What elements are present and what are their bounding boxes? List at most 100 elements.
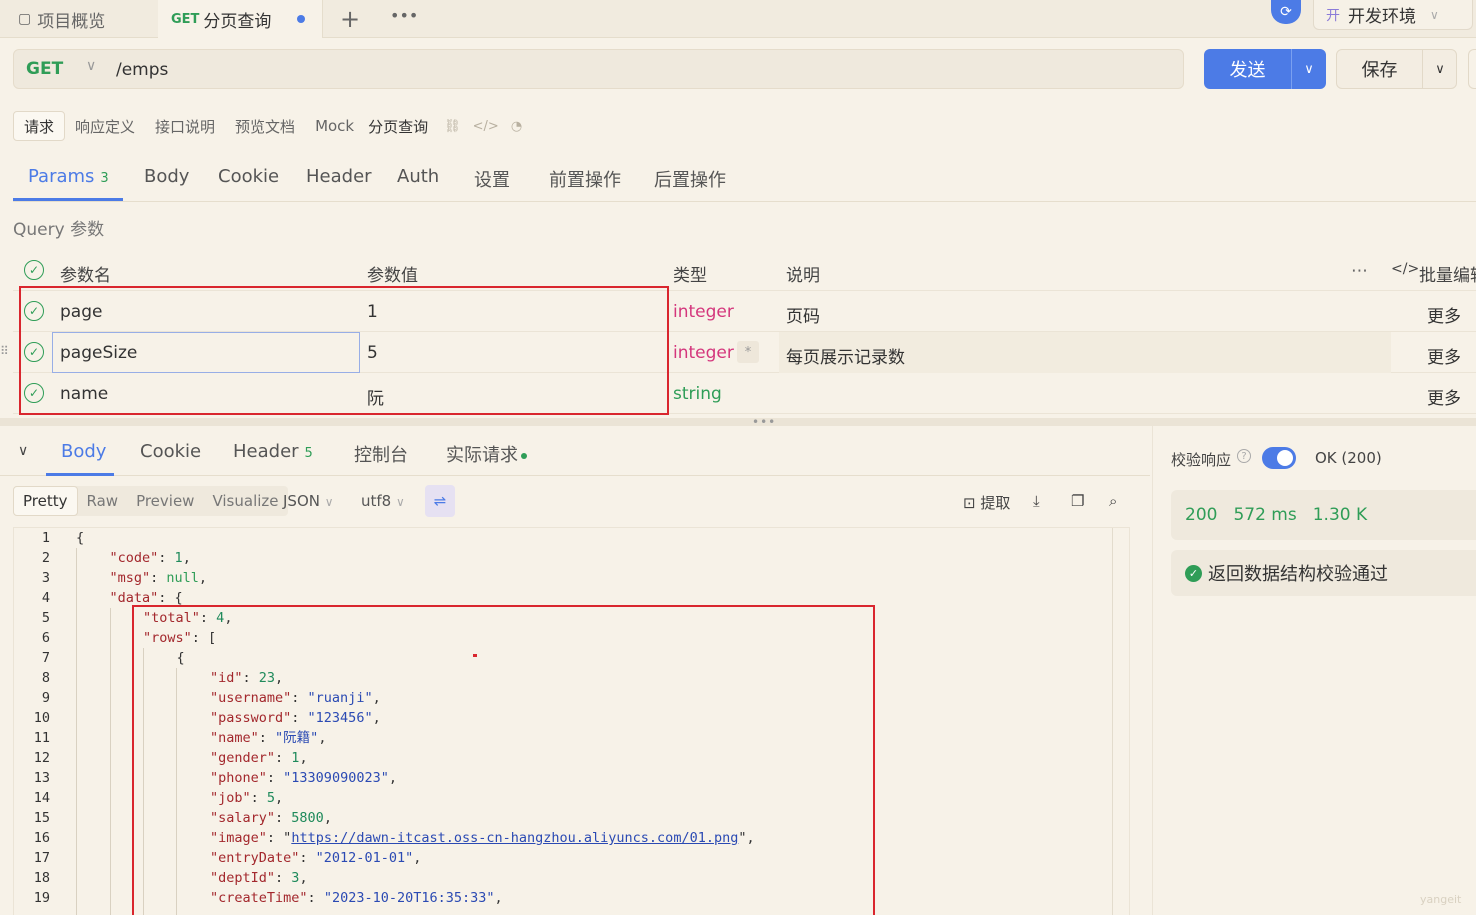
wrap-lines-icon[interactable]: ⇌ [425,485,455,517]
tab-auth[interactable]: Auth [397,166,439,187]
subtab-api-description[interactable]: 接口说明 [145,111,225,141]
tab-settings[interactable]: 设置 [474,166,510,192]
api-name[interactable]: 分页查询 [364,111,438,141]
resp-tab-cookie[interactable]: Cookie [140,441,201,462]
param-type-select[interactable]: integer [673,343,734,363]
chevron-down-icon[interactable]: ∨ [1423,50,1457,88]
download-icon[interactable]: ⤓ [1033,492,1040,510]
chevron-down-icon: ∨ [86,58,97,74]
drag-handle-icon[interactable]: ⠿ [0,344,9,358]
line-number: 19 [33,890,50,906]
row-more-button[interactable]: 更多 [1427,343,1461,368]
panel-splitter[interactable] [0,418,1476,426]
watermark: yangeit [1420,893,1462,906]
tab-project-overview[interactable]: ▢ 项目概览 [18,0,105,38]
params-count-badge: 3 [100,171,109,186]
chevron-down-icon[interactable]: ∨ [1292,49,1326,89]
tab-cookie[interactable]: Cookie [218,166,279,187]
mode-raw[interactable]: Raw [78,486,128,516]
line-number: 17 [33,850,50,866]
send-label: 发送 [1204,49,1292,89]
chevron-down-icon: ∨ [396,495,405,509]
line-number: 4 [41,590,50,606]
select-all-checkbox[interactable]: ✓ [24,260,44,280]
share-icon[interactable]: ◔ [511,119,522,134]
language-select[interactable]: JSON ∨ [283,492,334,510]
language-label: JSON [283,492,320,510]
env-badge: 开 [1326,7,1340,24]
line-number: 9 [41,690,50,706]
mode-visualize[interactable]: Visualize [203,486,287,516]
resp-tab-header[interactable]: Header 5 [233,441,313,462]
col-header-description: 说明 [786,266,820,286]
url-input[interactable]: /emps [116,60,168,80]
help-icon[interactable]: ? [1237,449,1251,463]
validate-toggle[interactable] [1262,447,1296,469]
code-icon[interactable]: </> [1391,261,1419,277]
tab-active-request[interactable]: GET 分页查询 [158,0,323,38]
col-header-type: 类型 [673,266,707,286]
subtab-preview-docs[interactable]: 预览文档 [225,111,305,141]
tab-params[interactable]: Params 3 [28,166,109,187]
highlight-box-data [132,605,875,915]
code-line: 3 "msg": null, [14,568,1114,588]
resp-tab-body[interactable]: Body [61,441,106,462]
overview-icon: ▢ [18,11,32,27]
link-icon[interactable]: ⛓ [444,119,461,134]
subtab-response-definition[interactable]: 响应定义 [65,111,145,141]
validation-result-text: 返回数据结构校验通过 [1208,564,1388,585]
check-circle-icon: ✓ [1185,564,1202,582]
json-value: { [174,590,183,606]
save-label: 保存 [1337,50,1423,88]
param-description-field[interactable]: 每页展示记录数 [786,343,905,368]
resp-tab-console[interactable]: 控制台 [354,441,408,467]
method-select[interactable]: GET [26,59,63,79]
splitter-grip-icon[interactable]: ••• [752,415,776,429]
row-more-button[interactable]: 更多 [1427,302,1461,327]
active-tab-indicator [46,473,114,476]
mode-preview[interactable]: Preview [127,486,203,516]
line-number: 16 [33,830,50,846]
code-icon[interactable]: </> [473,119,499,134]
encoding-select[interactable]: utf8 ∨ [361,492,405,510]
copy-icon[interactable]: ❐ [1071,492,1084,510]
param-type-select[interactable]: integer [673,302,734,322]
tab-header[interactable]: Header [306,166,372,187]
send-button[interactable]: 发送 ∨ [1204,49,1326,89]
bulk-edit-button[interactable]: 批量编辑 [1419,261,1476,286]
chevron-down-icon: ∨ [1430,7,1439,22]
line-number: 15 [33,810,50,826]
search-icon[interactable]: ⌕ [1109,492,1117,510]
param-type-select[interactable]: string [673,384,722,404]
save-button[interactable]: 保存 ∨ [1336,49,1457,89]
response-time: 572 ms [1233,505,1297,525]
resp-tab-actual-request[interactable]: 实际请求 [446,441,527,467]
extract-button[interactable]: ⊡ 提取 [963,492,1010,513]
validation-result: ✓ 返回数据结构校验通过 [1171,550,1476,596]
tab-body[interactable]: Body [144,166,189,187]
subtab-mock[interactable]: Mock [305,111,364,141]
line-number: 6 [41,630,50,646]
tab-post-script[interactable]: 后置操作 [654,166,726,192]
tab-label: Header [233,441,299,462]
more-dots-icon[interactable]: ⋯ [1351,261,1368,281]
row-more-button[interactable]: 更多 [1427,384,1461,409]
plus-icon[interactable]: + [340,0,360,38]
chevron-down-icon: ∨ [324,495,334,509]
col-header-name: 参数名 [60,266,111,286]
url-bar[interactable]: GET ∨ /emps [13,49,1184,89]
validation-status-select[interactable]: OK (200) [1315,449,1382,467]
param-description-field[interactable]: 页码 [786,302,820,327]
more-dots-icon[interactable]: ••• [390,0,418,34]
overflow-button[interactable] [1468,49,1476,89]
tab-pre-script[interactable]: 前置操作 [549,166,621,192]
subtab-request[interactable]: 请求 [13,111,66,141]
environment-selector[interactable]: 开 开发环境 ∨ [1313,0,1473,30]
required-toggle[interactable]: * [737,341,759,363]
collapse-chevron-icon[interactable]: ∨ [18,443,28,459]
response-size: 1.30 K [1312,505,1368,525]
tab-label: Params [28,166,95,187]
line-number: 7 [41,650,50,666]
mode-pretty[interactable]: Pretty [13,486,78,516]
code-text: "code": 1, [109,550,191,566]
